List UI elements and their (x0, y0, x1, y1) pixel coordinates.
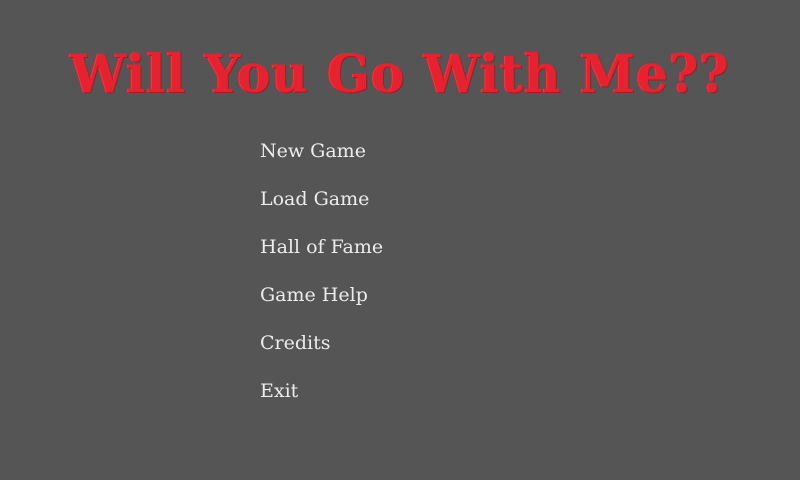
menu-item-hall-of-fame[interactable]: Hall of Fame (260, 233, 383, 281)
menu-item-game-help[interactable]: Game Help (260, 281, 383, 329)
main-menu-screen: Will You Go With Me?? New Game Load Game… (0, 0, 800, 480)
menu-item-credits[interactable]: Credits (260, 329, 383, 377)
menu-item-load-game[interactable]: Load Game (260, 185, 383, 233)
game-title: Will You Go With Me?? (70, 42, 730, 105)
menu-item-exit[interactable]: Exit (260, 377, 383, 425)
menu-item-new-game[interactable]: New Game (260, 137, 383, 185)
main-menu: New Game Load Game Hall of Fame Game Hel… (260, 137, 383, 425)
